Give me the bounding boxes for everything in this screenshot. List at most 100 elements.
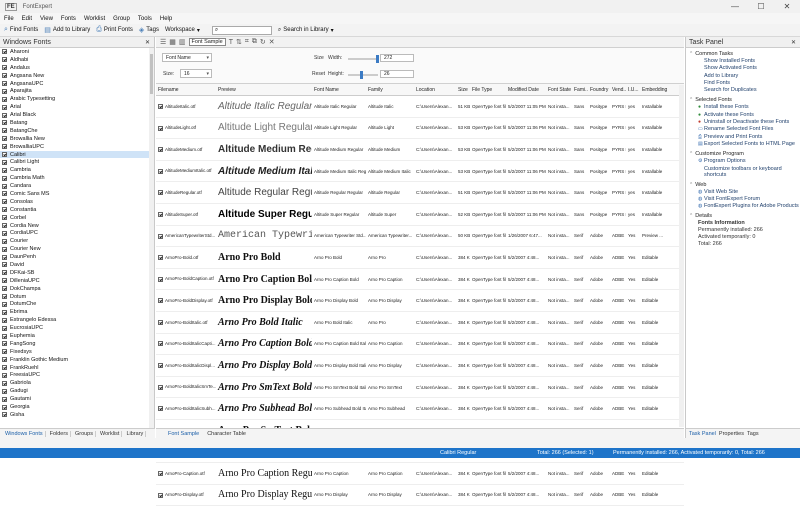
checkbox[interactable]: [2, 159, 7, 165]
font-list-item[interactable]: CordiaUPC: [0, 229, 154, 237]
table-row[interactable]: ArnoPro-BoldItalicSubh... Arno Pro Subhea…: [156, 398, 684, 420]
scrollbar[interactable]: [149, 48, 154, 428]
task-search-duplicates[interactable]: Search for Duplicates: [686, 87, 800, 94]
row-checkbox[interactable]: [158, 211, 163, 217]
font-list-item[interactable]: Dotum: [0, 293, 154, 301]
row-checkbox[interactable]: [158, 384, 163, 390]
checkbox[interactable]: [2, 167, 7, 173]
tab-groups[interactable]: Groups: [73, 430, 96, 437]
font-list-item[interactable]: FangSong: [0, 340, 154, 348]
tab-properties[interactable]: Properties: [719, 431, 744, 437]
checkbox[interactable]: [2, 412, 7, 418]
width-slider[interactable]: [348, 55, 379, 63]
task-uninstall-fonts[interactable]: ● Uninstall or Deactivate these Fonts: [686, 119, 800, 126]
tab-character-table[interactable]: Character Table: [205, 431, 248, 437]
slider-knob[interactable]: [376, 55, 379, 63]
font-list-item[interactable]: Estrangelo Edessa: [0, 316, 154, 324]
checkbox[interactable]: [2, 88, 7, 94]
font-list-item[interactable]: Browallia New: [0, 135, 154, 143]
checkbox[interactable]: [2, 215, 7, 221]
table-row[interactable]: AltitudeMedium.otf Altitude Medium Regula…: [156, 139, 684, 161]
tab-font-sample[interactable]: Font Sample: [166, 431, 201, 437]
checkbox[interactable]: [2, 136, 7, 142]
table-row[interactable]: ArnoPro-BoldItalicSmTe... Arno Pro SmText…: [156, 377, 684, 399]
font-list-item[interactable]: Aharoni: [0, 48, 154, 56]
checkbox[interactable]: [2, 112, 7, 118]
table-row[interactable]: ArnoPro-BoldItalic.otf Arno Pro Bold Ital…: [156, 312, 684, 334]
checkbox[interactable]: [2, 380, 7, 386]
row-checkbox[interactable]: [158, 255, 163, 261]
font-list-item[interactable]: Cordia New: [0, 222, 154, 230]
font-list-item[interactable]: Angsana New: [0, 72, 154, 80]
font-list-item[interactable]: DilleniaUPC: [0, 277, 154, 285]
task-activate-fonts[interactable]: ● Activate these Fonts: [686, 112, 800, 119]
font-list-item[interactable]: Euphemia: [0, 332, 154, 340]
column-header[interactable]: Fami...: [572, 87, 588, 93]
task-add-to-library[interactable]: Add to Library: [686, 73, 800, 80]
column-header[interactable]: Font State: [546, 87, 572, 93]
table-row[interactable]: ArnoPro-BoldItalicCapti... Arno Pro Capti…: [156, 334, 684, 356]
checkbox[interactable]: [2, 73, 7, 79]
checkbox[interactable]: [2, 294, 7, 300]
checkbox[interactable]: [2, 349, 7, 355]
column-header[interactable]: Family: [366, 87, 414, 93]
row-checkbox[interactable]: [158, 125, 163, 131]
font-list-item[interactable]: Gadugi: [0, 387, 154, 395]
checkbox[interactable]: [2, 325, 7, 331]
column-header[interactable]: File Type: [470, 87, 506, 93]
font-list-item[interactable]: BrowalliaUPC: [0, 143, 154, 151]
font-list-item[interactable]: Arial: [0, 103, 154, 111]
tab-folders[interactable]: Folders: [48, 430, 71, 437]
search-in-library-button[interactable]: ⌕ Search in Library ▾: [278, 27, 334, 34]
delete-icon[interactable]: ✕: [269, 38, 275, 46]
table-row[interactable]: AltitudeSuper.otfAltitude Super RegularA…: [156, 204, 684, 226]
checkbox[interactable]: [2, 120, 7, 126]
font-list-item[interactable]: Comic Sans MS: [0, 190, 154, 198]
table-row[interactable]: ArnoPro-Caption.otf Arno Pro Caption Regu…: [156, 463, 684, 485]
font-list-item[interactable]: Gisha: [0, 411, 154, 419]
checkbox[interactable]: [2, 246, 7, 252]
menu-worklist[interactable]: Worklist: [84, 16, 105, 22]
checkbox[interactable]: [2, 404, 7, 410]
checkbox[interactable]: [2, 286, 7, 292]
font-list-item[interactable]: DaunPenh: [0, 253, 154, 261]
task-visit-website[interactable]: ◍ Visit Web Site: [686, 189, 800, 196]
row-checkbox[interactable]: [158, 471, 163, 477]
thumbnail-view-icon[interactable]: ▥: [179, 38, 186, 46]
width-value[interactable]: 272: [380, 54, 414, 62]
task-export-html[interactable]: ▤ Export Selected Fonts to HTML Page: [686, 141, 800, 148]
checkbox[interactable]: [2, 152, 7, 158]
copy-icon[interactable]: ⧉: [252, 38, 257, 46]
column-header[interactable]: Embedding: [640, 87, 668, 93]
row-checkbox[interactable]: [158, 492, 163, 498]
table-row[interactable]: AltitudeRegular.otf Altitude Regular Regu…: [156, 182, 684, 204]
menu-tools[interactable]: Tools: [138, 16, 152, 22]
checkbox[interactable]: [2, 57, 7, 63]
font-list-item[interactable]: David: [0, 261, 154, 269]
row-checkbox[interactable]: [158, 147, 163, 153]
tab-tags[interactable]: Tags: [747, 431, 759, 437]
task-show-installed[interactable]: Show Installed Fonts: [686, 58, 800, 65]
filter-icon[interactable]: ⌗: [245, 38, 249, 46]
font-list-item[interactable]: Fixedsys: [0, 348, 154, 356]
font-list-item[interactable]: Corbel: [0, 214, 154, 222]
column-header[interactable]: Filename: [156, 87, 216, 93]
font-list-item[interactable]: Cambria Math: [0, 174, 154, 182]
font-list-item[interactable]: Batang: [0, 119, 154, 127]
menu-group[interactable]: Group: [113, 16, 130, 22]
checkbox[interactable]: [2, 223, 7, 229]
task-install-fonts[interactable]: ● Install these Fonts: [686, 104, 800, 111]
find-fonts-button[interactable]: ⌕ Find Fonts: [4, 26, 38, 34]
checkbox[interactable]: [2, 207, 7, 213]
close-button[interactable]: ✕: [774, 0, 800, 13]
task-show-activated[interactable]: Show Activated Fonts: [686, 65, 800, 72]
checkbox[interactable]: [2, 365, 7, 371]
refresh-icon[interactable]: ↻: [260, 38, 266, 46]
close-icon[interactable]: ✕: [145, 39, 150, 46]
font-list-item[interactable]: Courier New: [0, 245, 154, 253]
table-row[interactable]: ArnoPro-Display.otf Arno Pro Display Regu…: [156, 485, 684, 506]
checkbox[interactable]: [2, 96, 7, 102]
menu-file[interactable]: File: [4, 16, 14, 22]
checkbox[interactable]: [2, 49, 7, 55]
section-header[interactable]: ⌃ Web: [686, 181, 800, 189]
